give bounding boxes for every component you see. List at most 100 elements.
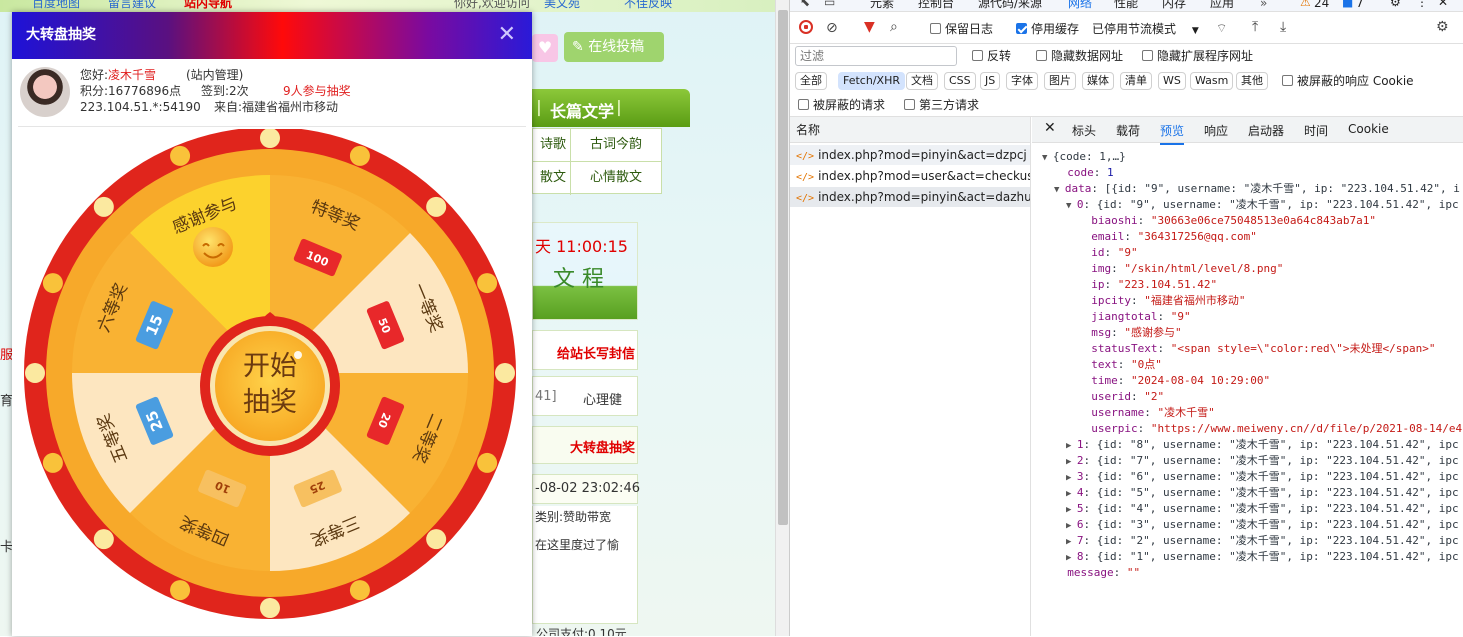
json-line[interactable]: ▶ 6: {id: "3", username: "凌木千雪", ip: "22… [1066,517,1459,533]
chip-img[interactable]: 图片 [1044,72,1076,90]
chip-other[interactable]: 其他 [1236,72,1268,90]
tab-memory[interactable]: 内存 [1162,0,1186,11]
suggest-link[interactable]: 留言建议 [108,0,156,9]
json-line[interactable]: ▼ {code: 1,…} [1042,149,1126,165]
settings-icon[interactable]: ⚙ [1390,0,1401,10]
chip-doc[interactable]: 文档 [906,72,938,90]
name-column-header[interactable]: 名称 [790,117,1031,143]
network-conditions-icon[interactable]: ⌔ [1216,20,1227,36]
page-scrollbar[interactable] [775,0,789,636]
tab-payload[interactable]: 载荷 [1116,122,1140,139]
tab-timing[interactable]: 时间 [1304,122,1328,139]
json-line[interactable]: ▶ 7: {id: "2", username: "凌木千雪", ip: "22… [1066,533,1459,549]
expand-down-icon[interactable]: ▼ [1042,153,1053,163]
expand-right-icon[interactable]: ▶ [1066,457,1077,467]
chip-css[interactable]: CSS [944,72,976,90]
tab-performance[interactable]: 性能 [1114,0,1138,11]
blocked-cookies-checkbox[interactable]: 被屏蔽的响应 Cookie [1282,73,1414,89]
tab-preview[interactable]: 预览 [1160,122,1185,145]
tab-cookies[interactable]: Cookie [1348,122,1389,136]
filter-icon[interactable]: ▼ [864,19,875,35]
chip-font[interactable]: 字体 [1006,72,1038,90]
write-letter-link[interactable]: 给站长写封信 [557,343,635,362]
tab-console[interactable]: 控制台 [918,0,954,11]
chip-wasm[interactable]: Wasm [1190,72,1234,90]
expand-right-icon[interactable]: ▶ [1066,441,1077,451]
request-row-selected[interactable]: </>index.php?mod=pinyin&act=dazhuan... [790,187,1030,207]
json-line[interactable]: ▶ 2: {id: "7", username: "凌木千雪", ip: "22… [1066,453,1459,469]
record-icon[interactable] [799,20,813,34]
tab-headers[interactable]: 标头 [1072,122,1096,139]
chip-all[interactable]: 全部 [795,72,827,90]
expand-down-icon[interactable]: ▼ [1066,201,1077,211]
close-devtools-icon[interactable]: ✕ [1438,0,1448,10]
json-line: ipcity: "福建省福州市移动" [1091,294,1246,307]
expand-right-icon[interactable]: ▶ [1066,537,1077,547]
expand-down-icon[interactable]: ▼ [1054,185,1065,195]
tab-sources[interactable]: 源代码/来源 [978,0,1042,11]
wheel-link[interactable]: 大转盘抽奖 [570,437,635,456]
chip-ws[interactable]: WS [1158,72,1186,90]
third-party-checkbox[interactable]: 第三方请求 [904,97,979,113]
json-key: userpic [1091,422,1138,435]
inspect-icon[interactable]: ⬉ [800,0,810,10]
hide-data-urls-checkbox[interactable]: 隐藏数据网址 [1036,48,1123,64]
disable-cache-checkbox[interactable]: 停用缓存 [1016,21,1079,37]
network-settings-icon[interactable]: ⚙ [1436,19,1449,35]
device-icon[interactable]: ▭ [824,0,835,10]
prize-wheel[interactable]: 100502025102515 感谢参与 特等奖一等奖二等奖三等奖四等奖五等奖六等… [12,127,532,634]
expand-right-icon[interactable]: ▶ [1066,473,1077,483]
preserve-log-checkbox[interactable]: 保留日志 [930,21,993,37]
blocked-requests-checkbox[interactable]: 被屏蔽的请求 [798,97,885,113]
category-poetry[interactable]: 诗歌 [533,129,571,162]
scrollbar-thumb[interactable] [778,10,788,525]
hide-extension-urls-checkbox[interactable]: 隐藏扩展程序网址 [1142,48,1253,64]
search-icon[interactable]: ⌕ [890,19,898,35]
devtools-panel: ⬉ ▭ 元素 控制台 源代码/来源 网络 性能 内存 应用 » ⚠ 24 ■ 7… [789,0,1463,636]
close-detail-icon[interactable]: ✕ [1044,120,1056,136]
username-link[interactable]: 凌木千雪 [108,68,156,82]
tab-elements[interactable]: 元素 [870,0,894,11]
clear-icon[interactable]: ⊘ [826,20,838,36]
throttle-select[interactable]: 已停用节流模式 ▼ [1092,21,1199,39]
json-line[interactable]: ▼ data: [{id: "9", username: "凌木千雪", ip:… [1054,181,1460,197]
expand-right-icon[interactable]: ▶ [1066,489,1077,499]
site-name-link[interactable]: 美文苑 [544,0,580,9]
json-line[interactable]: ▶ 8: {id: "1", username: "凌木千雪", ip: "22… [1066,549,1459,565]
more-options-icon[interactable]: ⋮ [1416,0,1428,10]
tab-application[interactable]: 应用 [1210,0,1234,11]
json-line[interactable]: ▶ 3: {id: "6", username: "凌木千雪", ip: "22… [1066,469,1459,485]
feedback-link[interactable]: 不佳反映 [624,0,672,9]
filter-input[interactable] [795,46,957,66]
chip-manifest[interactable]: 清单 [1120,72,1152,90]
nav-item-long-literature[interactable]: 长篇文学 [550,98,614,122]
category-mood-prose[interactable]: 心情散文 [571,162,661,195]
request-row[interactable]: </> index.php?mod=user&act=checkuser [790,166,1030,186]
json-line[interactable]: ▶ 5: {id: "4", username: "凌木千雪", ip: "22… [1066,501,1459,517]
export-icon[interactable]: ⤓ [1280,19,1286,35]
site-nav-link[interactable]: 站内导航 [184,0,232,9]
invert-checkbox[interactable]: 反转 [972,48,1011,64]
close-icon[interactable]: ✕ [498,12,516,57]
baidu-map-link[interactable]: 百度地图 [32,0,80,9]
heart-icon[interactable]: ♥ [532,34,558,62]
chip-fetch-xhr[interactable]: Fetch/XHR [838,72,905,90]
chip-js[interactable]: JS [980,72,1001,90]
tab-response[interactable]: 响应 [1204,122,1228,139]
expand-right-icon[interactable]: ▶ [1066,553,1077,563]
wheel-bulb [25,363,45,383]
json-line[interactable]: ▼ 0: {id: "9", username: "凌木千雪", ip: "22… [1066,197,1459,213]
chip-media[interactable]: 媒体 [1082,72,1114,90]
request-row[interactable]: </> index.php?mod=pinyin&act=dzpcj [790,145,1030,165]
tab-network[interactable]: 网络 [1068,0,1092,11]
json-line[interactable]: ▶ 1: {id: "8", username: "凌木千雪", ip: "22… [1066,437,1459,453]
tab-initiator[interactable]: 启动器 [1248,122,1284,139]
submit-article-button[interactable]: ✎ 在线投稿 [564,32,664,62]
category-prose[interactable]: 散文 [533,162,571,195]
expand-right-icon[interactable]: ▶ [1066,505,1077,515]
expand-right-icon[interactable]: ▶ [1066,521,1077,531]
more-tabs-icon[interactable]: » [1260,0,1267,11]
import-icon[interactable]: ⤒ [1252,19,1258,35]
json-line[interactable]: ▶ 4: {id: "5", username: "凌木千雪", ip: "22… [1066,485,1459,501]
category-classic[interactable]: 古词今韵 [571,129,661,162]
